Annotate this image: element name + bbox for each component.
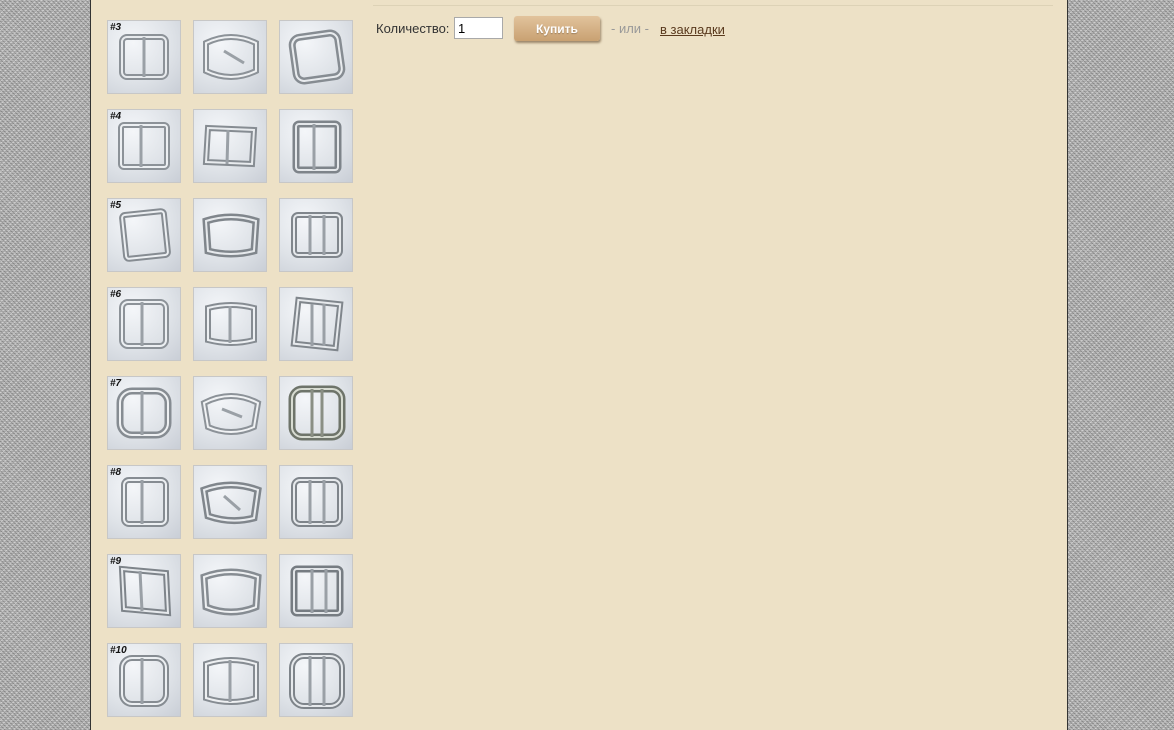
gallery-row: #4 bbox=[107, 109, 357, 185]
buckle-number: #5 bbox=[110, 200, 122, 211]
buckle-thumbnail[interactable] bbox=[279, 20, 353, 94]
quantity-input[interactable] bbox=[454, 17, 503, 39]
buckle-thumbnail[interactable]: #9 bbox=[107, 554, 181, 628]
buckle-thumbnail[interactable] bbox=[279, 198, 353, 272]
buckle-thumbnail[interactable] bbox=[193, 198, 267, 272]
buckle-thumbnail[interactable] bbox=[279, 376, 353, 450]
gallery-row: #3 bbox=[107, 20, 357, 96]
buckle-thumbnail[interactable] bbox=[193, 376, 267, 450]
or-separator: - или - bbox=[611, 21, 649, 36]
buckle-thumbnail[interactable]: #6 bbox=[107, 287, 181, 361]
gallery-row: #6 bbox=[107, 287, 357, 363]
gallery-row: #8 bbox=[107, 465, 357, 541]
buy-button[interactable]: Купить bbox=[514, 16, 600, 41]
buckle-thumbnail[interactable] bbox=[279, 109, 353, 183]
gallery-row: #9 bbox=[107, 554, 357, 630]
buckle-thumbnail[interactable] bbox=[193, 287, 267, 361]
buckle-thumbnail[interactable]: #10 bbox=[107, 643, 181, 717]
buckle-thumbnail[interactable] bbox=[193, 554, 267, 628]
buckle-number: #9 bbox=[110, 556, 122, 567]
buckle-thumbnail[interactable] bbox=[279, 554, 353, 628]
add-to-bookmarks-link[interactable]: в закладки bbox=[660, 22, 725, 37]
gallery-row: #7 bbox=[107, 376, 357, 452]
gallery-row: #10 bbox=[107, 643, 357, 719]
buckle-thumbnail[interactable]: #8 bbox=[107, 465, 181, 539]
buckle-thumbnail[interactable] bbox=[193, 465, 267, 539]
buckle-number: #10 bbox=[110, 645, 127, 656]
buckle-thumbnail[interactable] bbox=[193, 20, 267, 94]
quantity-label: Количество: bbox=[376, 21, 450, 36]
buckle-thumbnail[interactable] bbox=[279, 465, 353, 539]
buckle-thumbnail[interactable] bbox=[193, 643, 267, 717]
page-content: #3 #4 #5 #6 #7 #8 #9 #10 Количество: 1 К… bbox=[90, 0, 1068, 730]
buckle-number: #4 bbox=[110, 111, 122, 122]
gallery-row: #5 bbox=[107, 198, 357, 274]
buckle-thumbnail[interactable]: #3 bbox=[107, 20, 181, 94]
buckle-thumbnail[interactable] bbox=[279, 287, 353, 361]
divider bbox=[373, 5, 1053, 6]
buckle-number: #3 bbox=[110, 22, 122, 33]
buckle-thumbnail[interactable]: #7 bbox=[107, 376, 181, 450]
buckle-number: #8 bbox=[110, 467, 122, 478]
buckle-number: #6 bbox=[110, 289, 122, 300]
buckle-thumbnail[interactable] bbox=[279, 643, 353, 717]
buckle-number: #7 bbox=[110, 378, 122, 389]
buckle-thumbnail[interactable]: #4 bbox=[107, 109, 181, 183]
buckle-thumbnail[interactable] bbox=[193, 109, 267, 183]
buckle-thumbnail[interactable]: #5 bbox=[107, 198, 181, 272]
